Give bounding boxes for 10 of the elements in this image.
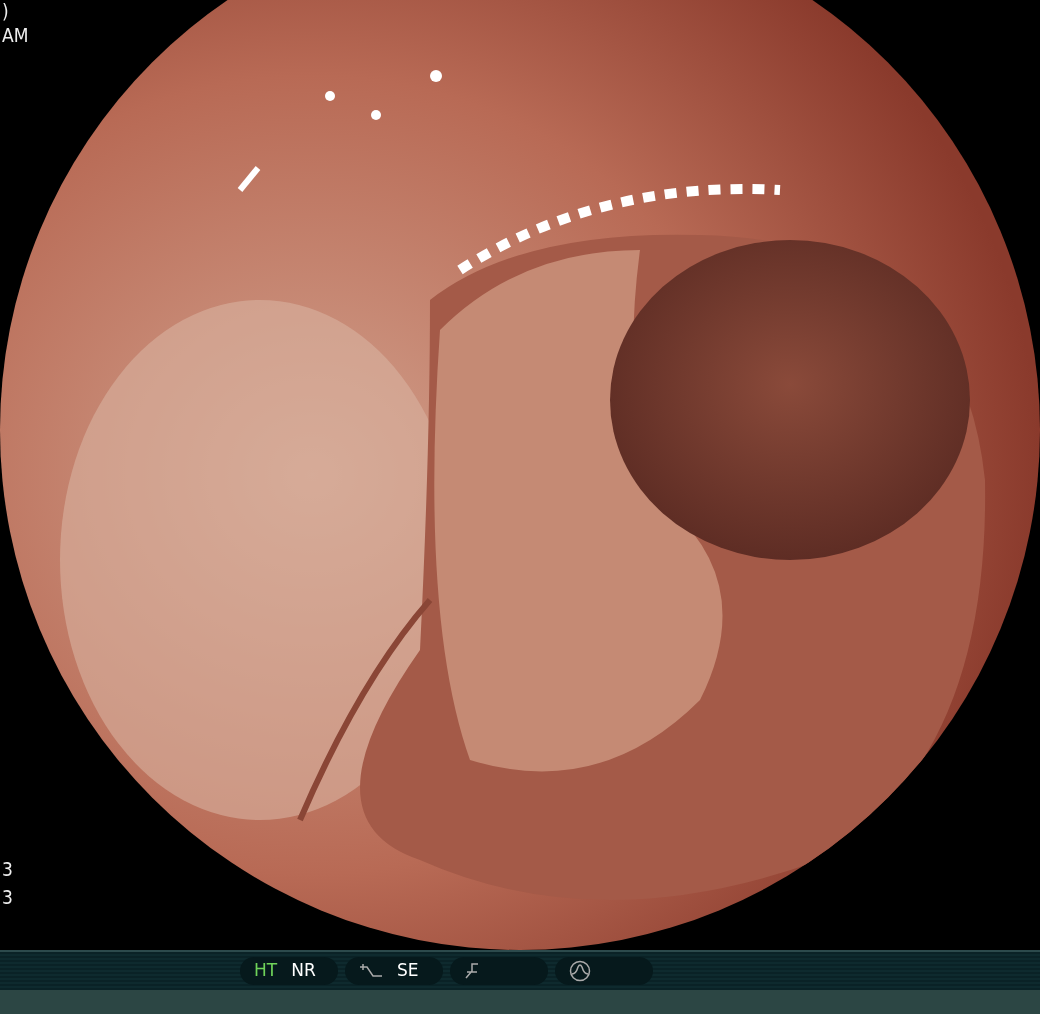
overlay-text: ): [2, 2, 9, 21]
mode-label: HT: [254, 959, 278, 983]
curve-icon: [359, 963, 383, 979]
overlay-text: 3: [2, 860, 13, 879]
mode-label: NR: [291, 959, 316, 983]
wave-icon: [569, 960, 591, 982]
overlay-text: 3: [2, 888, 13, 907]
mode-label: SE: [397, 959, 419, 983]
overlay-text: AM: [2, 26, 29, 45]
step-icon: [464, 962, 480, 980]
